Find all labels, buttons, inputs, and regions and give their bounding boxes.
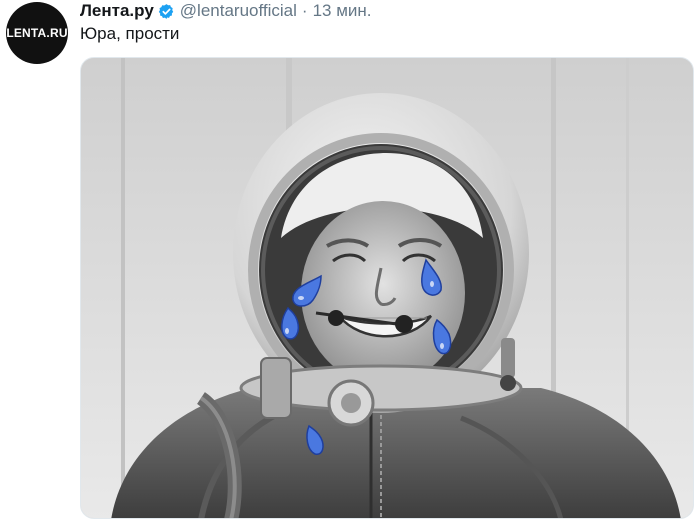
user-handle[interactable]: @lentaruofficial — [180, 1, 297, 21]
avatar-logo-text: LENTA.RU — [6, 26, 68, 40]
tweet-header: Лента.ру @lentaruofficial · 13 мин. — [80, 1, 372, 21]
tweet-photo[interactable] — [80, 57, 694, 519]
astronaut-photo-illustration — [81, 58, 693, 518]
tweet-text: Юра, прости — [80, 24, 180, 43]
verified-badge-icon — [158, 3, 175, 20]
avatar[interactable]: LENTA.RU — [6, 2, 68, 64]
tweet-timestamp[interactable]: 13 мин. — [313, 1, 372, 21]
header-separator: · — [301, 1, 308, 20]
display-name[interactable]: Лента.ру — [80, 1, 154, 21]
tweet[interactable]: LENTA.RU Лента.ру @lentaruofficial · 13 … — [0, 0, 700, 523]
